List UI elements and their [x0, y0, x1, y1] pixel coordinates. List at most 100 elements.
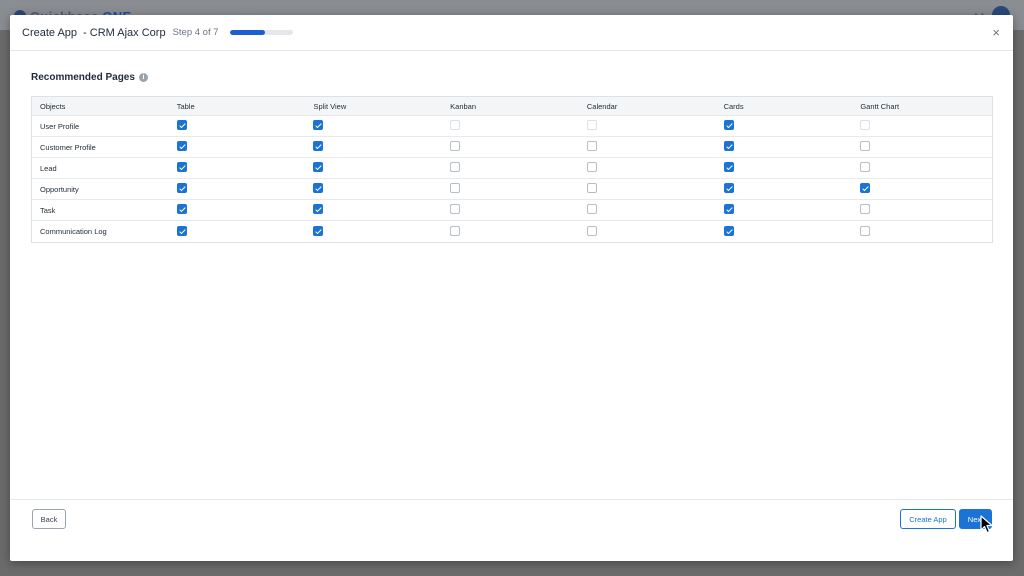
checkbox-cards[interactable] [723, 120, 734, 130]
checkbox-cards[interactable] [723, 162, 734, 172]
checkbox-kanban[interactable] [450, 141, 461, 151]
checkbox-cell [305, 141, 442, 153]
column-header-objects: Objects [40, 101, 66, 111]
checkbox-split-view[interactable] [313, 120, 324, 130]
checkbox-cell [579, 162, 716, 174]
object-name: Opportunity [40, 184, 79, 194]
checkbox-kanban [450, 120, 461, 130]
checkbox-cell [169, 225, 306, 238]
checkbox-calendar[interactable] [586, 225, 597, 236]
checkbox-cell [579, 141, 716, 153]
checkbox-kanban[interactable] [450, 162, 461, 172]
object-name: Customer Profile [40, 142, 96, 152]
checkbox-cell [852, 162, 992, 174]
checkbox-cell [852, 225, 992, 238]
checkbox-cell [852, 141, 992, 153]
modal-header: Create App - CRM Ajax Corp Step 4 of 7 × [10, 15, 1013, 51]
checkbox-cell [716, 141, 853, 153]
object-name: Lead [40, 163, 57, 173]
checkbox-cell [716, 204, 853, 216]
checkbox-cell [442, 162, 579, 174]
checkbox-cell [305, 183, 442, 195]
checkbox-calendar[interactable] [586, 162, 597, 172]
table-header-row: Objects Table Split View Kanban Calendar Card… [32, 97, 992, 116]
checkbox-cell [442, 141, 579, 153]
checkbox-cell [305, 225, 442, 238]
checkbox-gantt-chart[interactable] [860, 183, 871, 193]
object-name: Task [40, 205, 56, 215]
checkbox-cards[interactable] [723, 141, 734, 151]
checkbox-cell [442, 225, 579, 238]
recommended-pages-table: Objects Table Split View Kanban Calendar Card… [31, 96, 993, 243]
table-row: Lead [32, 158, 992, 179]
column-header-cards: Cards [723, 101, 744, 111]
checkbox-table[interactable] [176, 204, 187, 214]
checkbox-cell [716, 183, 853, 195]
checkbox-cell [305, 204, 442, 216]
modal-footer: Back Create App Next [10, 499, 1013, 561]
checkbox-split-view[interactable] [313, 183, 324, 193]
checkbox-cell [852, 183, 992, 195]
checkbox-table[interactable] [176, 225, 187, 236]
checkbox-cell [169, 120, 306, 132]
column-header-kanban: Kanban [450, 101, 477, 111]
checkbox-cell [852, 204, 992, 216]
checkbox-kanban[interactable] [450, 183, 461, 193]
column-header-gantt-chart: Gantt Chart [860, 101, 900, 111]
checkbox-calendar [586, 120, 597, 130]
step-progress-fill [229, 30, 266, 35]
checkbox-cell [716, 120, 853, 132]
checkbox-kanban[interactable] [450, 225, 461, 236]
column-header-split-view: Split View [313, 101, 347, 111]
checkbox-kanban[interactable] [450, 204, 461, 214]
create-app-button[interactable]: Create App [900, 509, 956, 529]
checkbox-table[interactable] [176, 183, 187, 193]
checkbox-cell [579, 120, 716, 132]
checkbox-cell [305, 162, 442, 174]
table-row: Customer Profile [32, 137, 992, 158]
checkbox-cell [579, 183, 716, 195]
checkbox-cards[interactable] [723, 204, 734, 214]
checkbox-cell [169, 204, 306, 216]
checkbox-cell [442, 183, 579, 195]
checkbox-cell [579, 225, 716, 238]
checkbox-cell [579, 204, 716, 216]
info-icon[interactable]: i [138, 73, 148, 82]
object-name: User Profile [40, 121, 80, 131]
checkbox-cell [169, 162, 306, 174]
checkbox-cell [169, 183, 306, 195]
checkbox-table[interactable] [176, 120, 187, 130]
section-heading: Recommended Pages i [31, 72, 148, 83]
checkbox-cards[interactable] [723, 183, 734, 193]
checkbox-cell [716, 225, 853, 238]
object-name: Communication Log [40, 227, 107, 236]
checkbox-calendar[interactable] [586, 183, 597, 193]
step-progress-bar [229, 30, 293, 35]
checkbox-split-view[interactable] [313, 204, 324, 214]
checkbox-table[interactable] [176, 162, 187, 172]
checkbox-cell [852, 120, 992, 132]
column-header-table: Table [176, 101, 195, 111]
checkbox-calendar[interactable] [586, 141, 597, 151]
modal-title: Create App [22, 26, 78, 39]
checkbox-cell [169, 141, 306, 153]
checkbox-cards[interactable] [723, 225, 734, 236]
table-row: Task [32, 200, 992, 221]
checkbox-gantt-chart[interactable] [860, 204, 871, 214]
back-button[interactable]: Back [32, 509, 66, 529]
checkbox-gantt-chart[interactable] [860, 141, 871, 151]
checkbox-cell [442, 120, 579, 132]
step-indicator: Step 4 of 7 [172, 27, 219, 38]
table-row: User Profile [32, 116, 992, 137]
checkbox-gantt-chart [860, 120, 871, 130]
checkbox-split-view[interactable] [313, 225, 324, 236]
checkbox-calendar[interactable] [586, 204, 597, 214]
modal-app-name: - CRM Ajax Corp [83, 26, 166, 39]
checkbox-split-view[interactable] [313, 162, 324, 172]
checkbox-table[interactable] [176, 141, 187, 151]
checkbox-split-view[interactable] [313, 141, 324, 151]
mouse-pointer-icon [980, 515, 993, 534]
checkbox-gantt-chart[interactable] [860, 225, 871, 236]
checkbox-gantt-chart[interactable] [860, 162, 871, 172]
close-icon[interactable]: × [992, 26, 1000, 39]
